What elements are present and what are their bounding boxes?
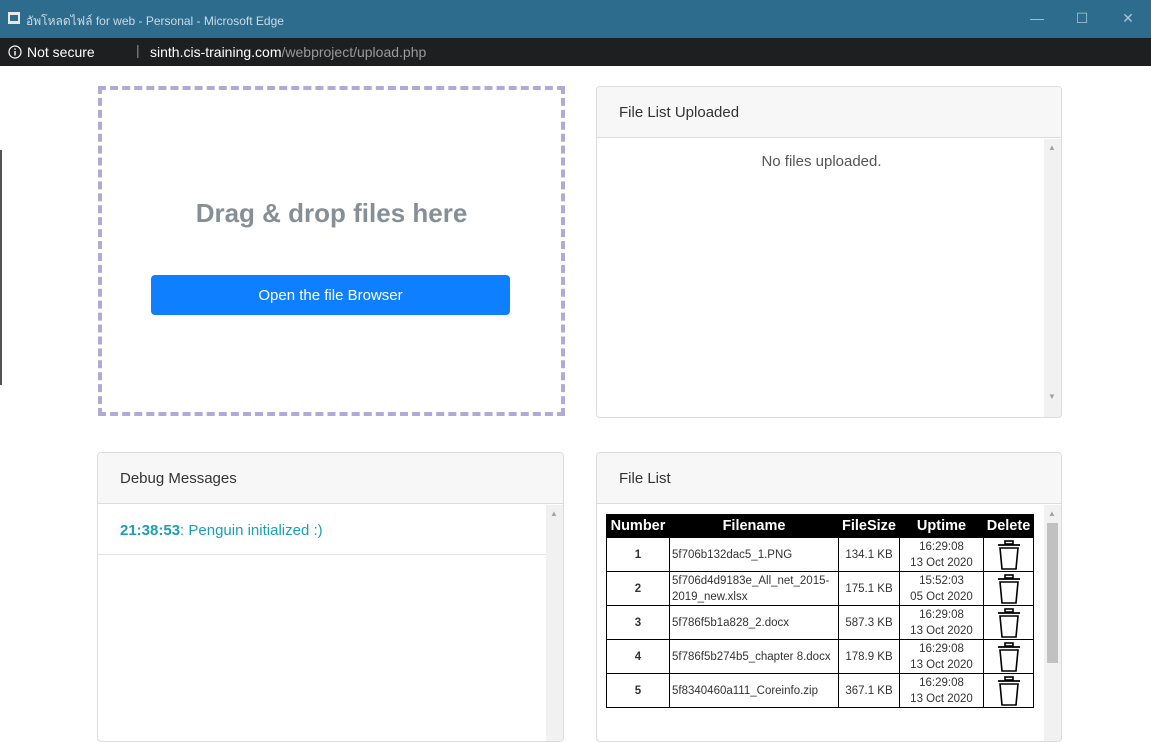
file-uptime: 15:52:03 05 Oct 2020 (899, 571, 984, 606)
column-header-filename: Filename (669, 514, 839, 538)
scroll-up-arrow[interactable]: ▲ (1048, 509, 1056, 518)
file-list-card: File List Number Filename FileSize Uptim… (596, 452, 1062, 742)
scroll-down-arrow[interactable]: ▼ (1048, 392, 1056, 401)
delete-cell (983, 537, 1034, 572)
file-name: 5f706d4d9183e_All_net_2015-2019_new.xlsx (669, 571, 839, 606)
uploaded-files-card: File List Uploaded No files uploaded. ▲ … (596, 86, 1062, 418)
table-header-row: Number Filename FileSize Uptime Delete (606, 514, 1034, 538)
file-dropzone[interactable]: Drag & drop files here Open the file Bro… (98, 86, 565, 416)
debug-messages-card: Debug Messages 21:38:53: Penguin initial… (97, 452, 564, 742)
scroll-up-arrow[interactable]: ▲ (1048, 143, 1056, 152)
address-bar[interactable]: Not secure | sinth.cis-training.com/webp… (0, 38, 1151, 66)
table-row: 4 5f786f5b274b5_chapter 8.docx 178.9 KB 16:… (606, 639, 1034, 674)
file-size: 587.3 KB (838, 605, 900, 640)
file-size: 134.1 KB (838, 537, 900, 572)
table-row: 3 5f786f5b1a828_2.docx 587.3 KB 16:29:08 13 … (606, 605, 1034, 640)
file-number: 5 (606, 673, 670, 708)
close-button[interactable]: ✕ (1118, 8, 1138, 28)
window-edge (0, 150, 2, 385)
upload-time: 15:52:03 (919, 574, 964, 587)
filelist-scrollbar[interactable]: ▲ (1044, 505, 1061, 741)
window-title: อัพโหลดไฟล์ for web - Personal - Microso… (26, 14, 284, 28)
uploaded-card-header: File List Uploaded (597, 87, 1061, 138)
debug-scrollbar[interactable]: ▲ (546, 505, 563, 741)
url-host: sinth.cis-training.com (150, 44, 282, 60)
minimize-button[interactable]: — (1027, 8, 1047, 28)
url-text[interactable]: sinth.cis-training.com/webproject/upload… (150, 44, 426, 60)
file-size: 367.1 KB (838, 673, 900, 708)
file-number: 1 (606, 537, 670, 572)
scrollbar-thumb[interactable] (1047, 523, 1058, 663)
file-uptime: 16:29:08 13 Oct 2020 (899, 537, 984, 572)
trash-icon[interactable] (996, 641, 1022, 672)
file-name: 5f706b132dac5_1.PNG (669, 537, 839, 572)
dropzone-title: Drag & drop files here (195, 198, 468, 228)
file-number: 2 (606, 571, 670, 606)
debug-text: : Penguin initialized :) (180, 522, 323, 539)
delete-cell (983, 571, 1034, 606)
file-number: 4 (606, 639, 670, 674)
upload-time: 16:29:08 (919, 676, 964, 689)
file-size: 175.1 KB (838, 571, 900, 606)
trash-icon[interactable] (996, 539, 1022, 570)
upload-time: 16:29:08 (919, 608, 964, 621)
file-number: 3 (606, 605, 670, 640)
file-uptime: 16:29:08 13 Oct 2020 (899, 639, 984, 674)
column-header-uptime: Uptime (899, 514, 984, 538)
column-header-filesize: FileSize (838, 514, 900, 538)
delete-cell (983, 605, 1034, 640)
address-separator: | (136, 42, 140, 58)
file-uptime: 16:29:08 13 Oct 2020 (899, 605, 984, 640)
debug-message: 21:38:53: Penguin initialized :) (98, 505, 547, 555)
upload-date: 13 Oct 2020 (910, 556, 973, 569)
table-row: 2 5f706d4d9183e_All_net_2015-2019_new.xls… (606, 571, 1034, 606)
trash-icon[interactable] (996, 607, 1022, 638)
file-table: Number Filename FileSize Uptime Delete 1… (606, 514, 1034, 708)
open-file-browser-button[interactable]: Open the file Browser (151, 275, 510, 315)
no-files-message: No files uploaded. (761, 153, 882, 170)
file-name: 5f8340460a111_Coreinfo.zip (669, 673, 839, 708)
security-label[interactable]: Not secure (27, 44, 95, 60)
table-row: 5 5f8340460a111_Coreinfo.zip 367.1 KB 16:29… (606, 673, 1034, 708)
filelist-card-header: File List (597, 453, 1061, 504)
upload-date: 05 Oct 2020 (910, 590, 973, 603)
debug-card-header: Debug Messages (98, 453, 563, 504)
info-icon[interactable] (8, 45, 22, 59)
upload-time: 16:29:08 (919, 540, 964, 553)
maximize-button[interactable]: ☐ (1072, 8, 1092, 28)
delete-cell (983, 673, 1034, 708)
scroll-up-arrow[interactable]: ▲ (550, 509, 558, 518)
upload-date: 13 Oct 2020 (910, 692, 973, 705)
uploaded-scrollbar[interactable]: ▲ ▼ (1044, 139, 1061, 417)
trash-icon[interactable] (996, 675, 1022, 706)
column-header-delete: Delete (983, 514, 1034, 538)
file-name: 5f786f5b274b5_chapter 8.docx (669, 639, 839, 674)
url-path: /webproject/upload.php (281, 44, 427, 60)
delete-cell (983, 639, 1034, 674)
upload-time: 16:29:08 (919, 642, 964, 655)
trash-icon[interactable] (996, 573, 1022, 604)
debug-timestamp: 21:38:53 (120, 522, 181, 539)
window-titlebar: อัพโหลดไฟล์ for web - Personal - Microso… (0, 0, 1151, 38)
upload-date: 13 Oct 2020 (910, 624, 973, 637)
column-header-number: Number (606, 514, 670, 538)
file-size: 178.9 KB (838, 639, 900, 674)
file-uptime: 16:29:08 13 Oct 2020 (899, 673, 984, 708)
table-row: 1 5f706b132dac5_1.PNG 134.1 KB 16:29:08 13 O… (606, 537, 1034, 572)
upload-date: 13 Oct 2020 (910, 658, 973, 671)
file-name: 5f786f5b1a828_2.docx (669, 605, 839, 640)
edge-app-icon (8, 12, 20, 24)
